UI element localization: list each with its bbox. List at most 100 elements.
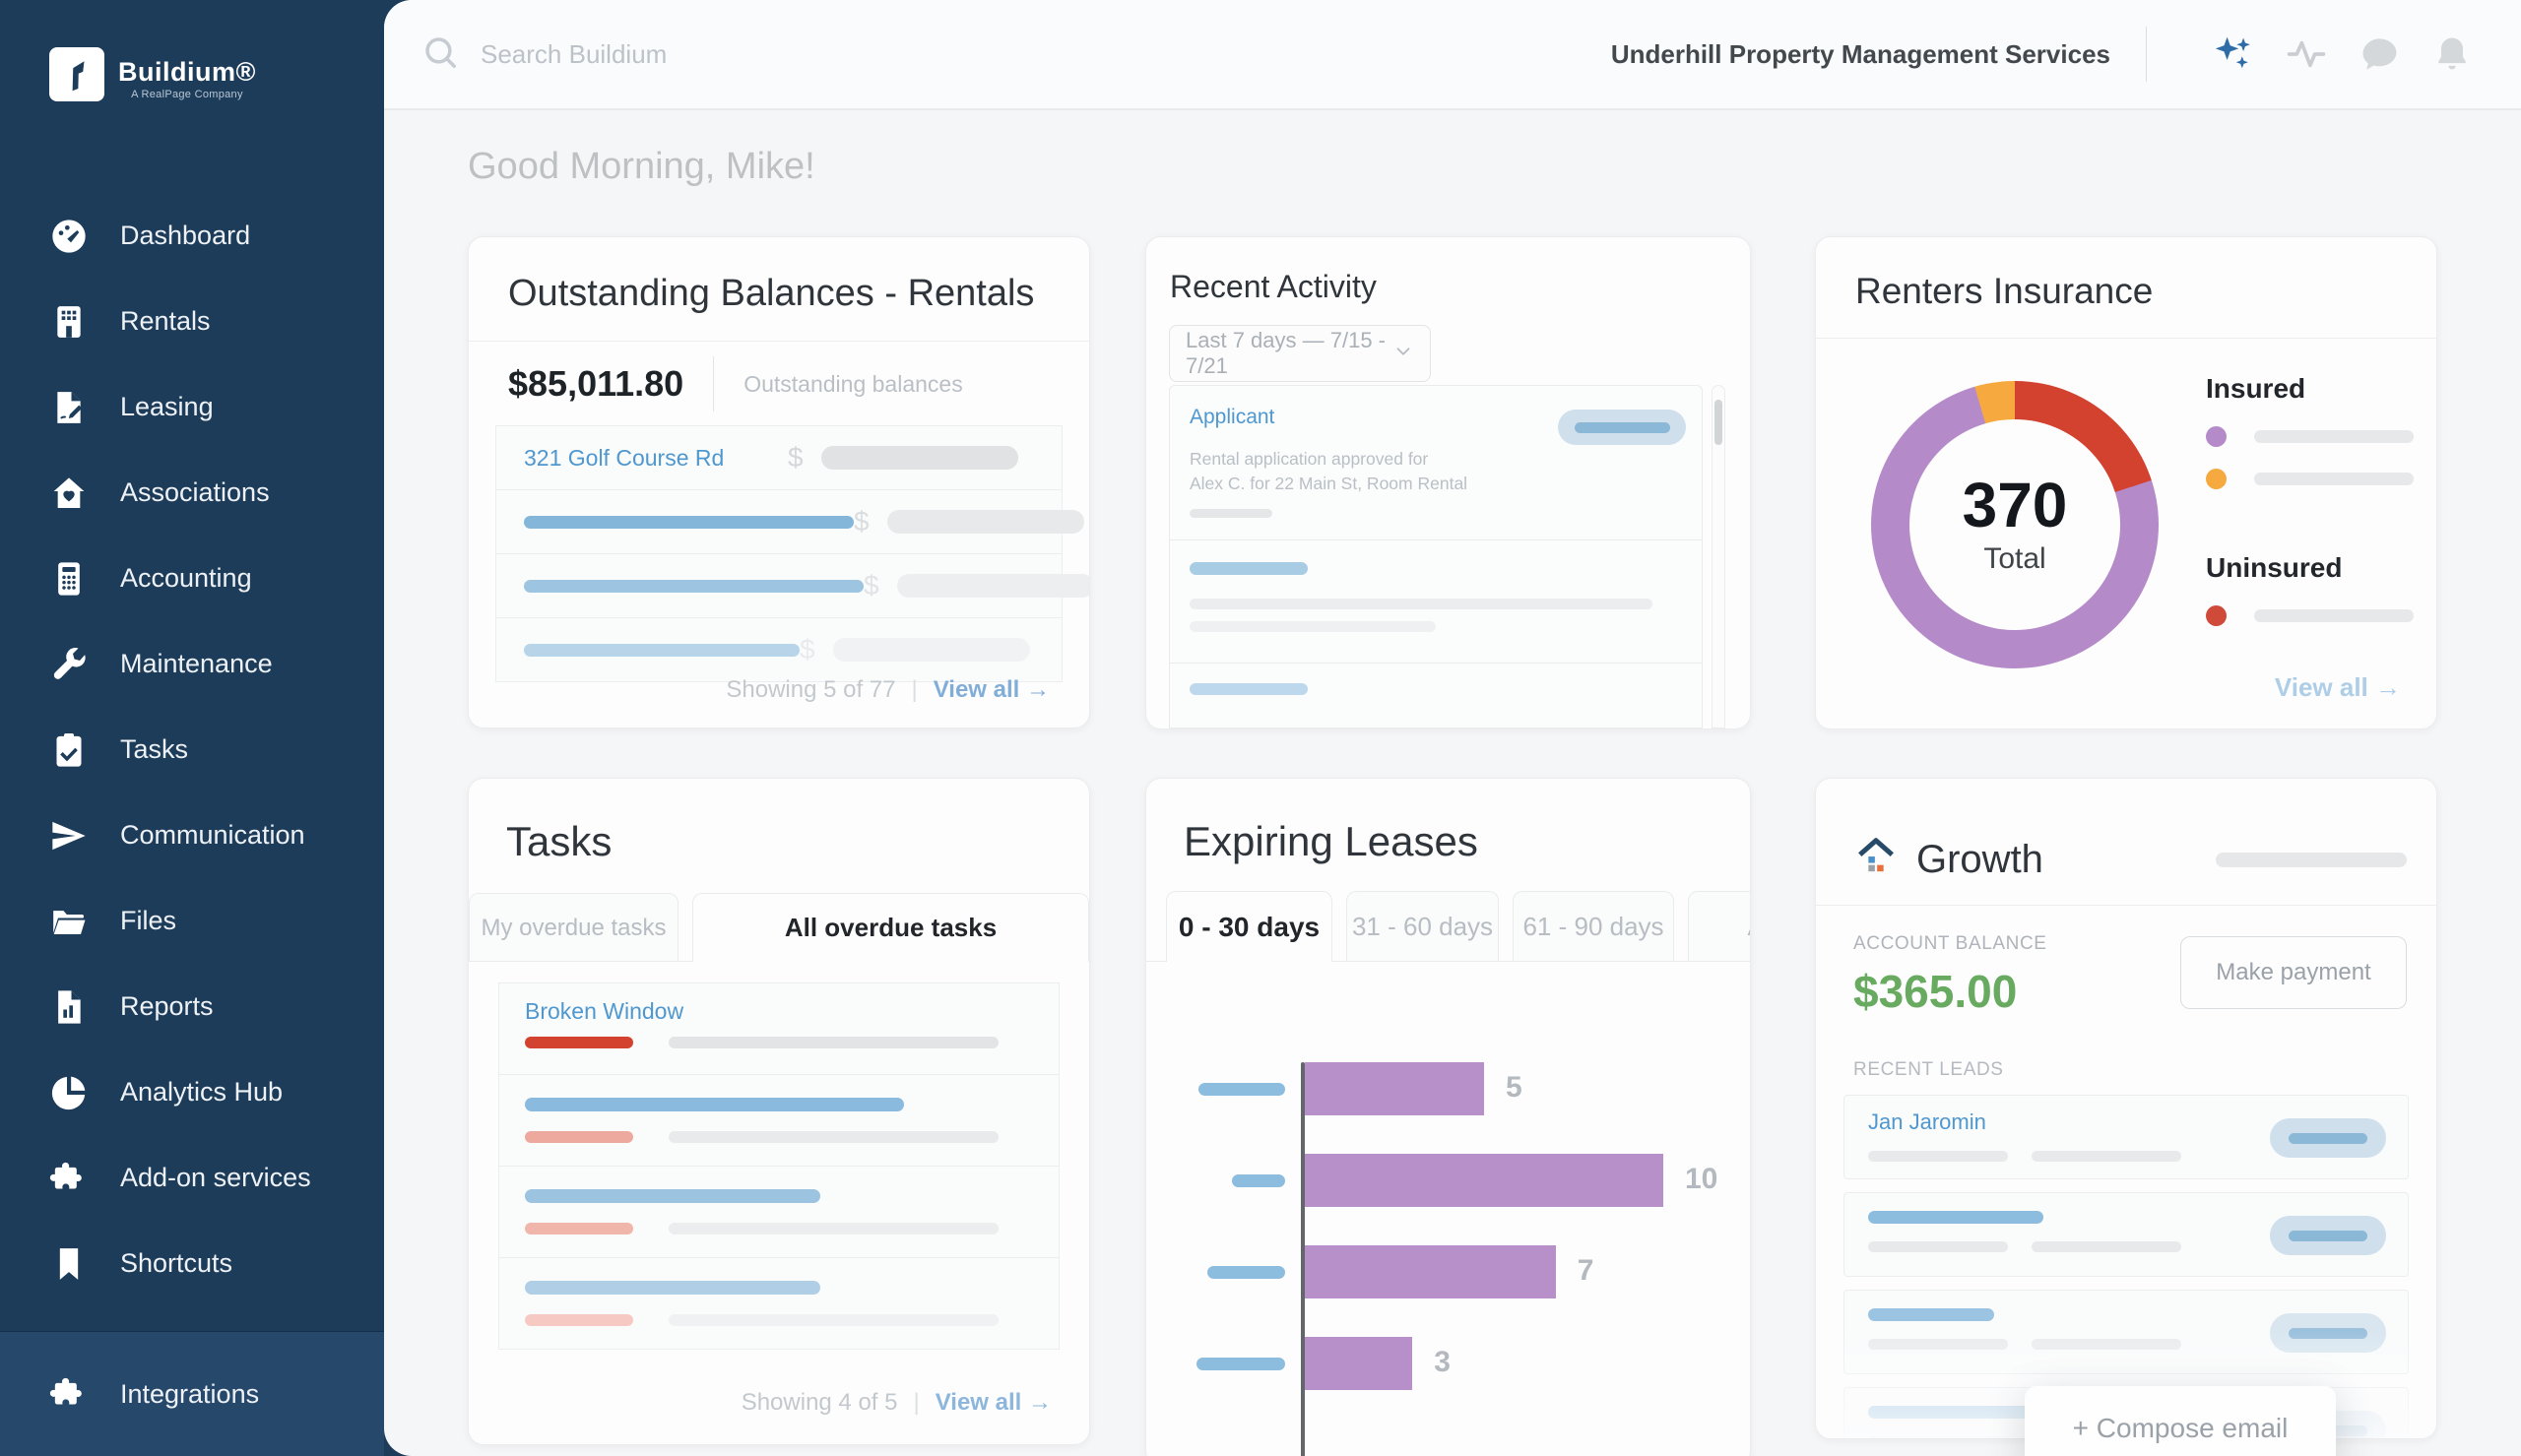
card-title: Outstanding Balances - Rentals bbox=[469, 237, 1089, 341]
dashboard-gauge-icon bbox=[49, 217, 89, 256]
tasks-card: Tasks My overdue tasks All overdue tasks… bbox=[468, 778, 1090, 1445]
sparkles-ai-icon[interactable] bbox=[2212, 32, 2255, 76]
lease-document-icon bbox=[49, 388, 89, 427]
sidebar: Buildium® A RealPage Company Dashboard R… bbox=[0, 0, 384, 1456]
table-row[interactable]: $ bbox=[495, 617, 1063, 682]
list-item[interactable] bbox=[498, 1074, 1060, 1167]
view-all-link[interactable]: View all → bbox=[936, 1389, 1052, 1417]
sidebar-footer: Integrations bbox=[0, 1331, 384, 1456]
tab-all[interactable]: All bbox=[1688, 891, 1751, 962]
tab-61-90-days[interactable]: 61 - 90 days bbox=[1513, 891, 1674, 962]
buildium-dashboard: { "brand": {"name": "Buildium®", "taglin… bbox=[0, 0, 2521, 1456]
task-skeleton bbox=[525, 1281, 820, 1295]
brand-name: Buildium® bbox=[118, 57, 256, 87]
bar-value-label: 3 bbox=[1434, 1346, 1451, 1379]
sidebar-item-leasing[interactable]: Leasing bbox=[0, 364, 384, 450]
list-item[interactable] bbox=[1843, 1192, 2409, 1277]
donut-legend: Insured Uninsured bbox=[2206, 373, 2415, 626]
activity-pulse-icon[interactable] bbox=[2285, 32, 2328, 76]
footer-separator: | bbox=[911, 676, 917, 704]
overdue-bar bbox=[525, 1314, 633, 1326]
status-badge bbox=[2270, 1118, 2386, 1158]
date-range-value: Last 7 days — 7/15 - 7/21 bbox=[1186, 328, 1392, 379]
outstanding-balances-card: Outstanding Balances - Rentals $85,011.8… bbox=[468, 236, 1090, 728]
table-row[interactable]: $ bbox=[495, 489, 1063, 554]
text-skeleton bbox=[1868, 1339, 2008, 1350]
text-skeleton bbox=[669, 1037, 999, 1048]
brand-logo[interactable]: Buildium® A RealPage Company bbox=[49, 47, 256, 101]
amount-skeleton bbox=[821, 446, 1018, 470]
text-skeleton bbox=[669, 1314, 999, 1326]
bar-segment[interactable] bbox=[1305, 1245, 1556, 1298]
bar-segment[interactable] bbox=[1305, 1062, 1484, 1115]
donut-total-value: 370 bbox=[1963, 474, 2068, 537]
list-item[interactable] bbox=[498, 1257, 1060, 1350]
expiring-leases-bar-chart: 5 10 7 3 bbox=[1146, 1025, 1750, 1456]
sidebar-item-dashboard[interactable]: Dashboard bbox=[0, 193, 384, 279]
sidebar-item-analytics-hub[interactable]: Analytics Hub bbox=[0, 1049, 384, 1135]
overdue-bar bbox=[525, 1037, 633, 1048]
sidebar-item-files[interactable]: Files bbox=[0, 878, 384, 964]
list-item[interactable] bbox=[1170, 664, 1702, 729]
list-item[interactable]: Jan Jaromin bbox=[1843, 1095, 2409, 1179]
text-skeleton bbox=[2032, 1339, 2181, 1350]
overdue-bar bbox=[525, 1131, 633, 1143]
list-item[interactable]: Broken Window bbox=[498, 982, 1060, 1075]
sidebar-item-shortcuts[interactable]: Shortcuts bbox=[0, 1221, 384, 1306]
sidebar-item-reports[interactable]: Reports bbox=[0, 964, 384, 1049]
folder-icon bbox=[49, 902, 89, 941]
scrollbar-thumb[interactable] bbox=[1714, 400, 1722, 445]
global-search-input[interactable]: Search Buildium bbox=[421, 33, 1611, 76]
text-skeleton bbox=[1190, 599, 1652, 609]
list-item[interactable] bbox=[1843, 1290, 2409, 1374]
status-badge bbox=[2270, 1313, 2386, 1353]
tab-0-30-days[interactable]: 0 - 30 days bbox=[1166, 891, 1332, 962]
lead-skeleton bbox=[1868, 1308, 1994, 1321]
table-row[interactable]: 321 Golf Course Rd $ bbox=[495, 425, 1063, 490]
task-link[interactable]: Broken Window bbox=[525, 998, 683, 1024]
tab-my-overdue-tasks[interactable]: My overdue tasks bbox=[469, 893, 679, 962]
category-skeleton bbox=[1232, 1174, 1285, 1187]
list-item[interactable] bbox=[1170, 540, 1702, 664]
sidebar-item-tasks[interactable]: Tasks bbox=[0, 707, 384, 792]
list-item[interactable] bbox=[498, 1166, 1060, 1258]
view-all-link[interactable]: View all → bbox=[934, 676, 1050, 704]
make-payment-button[interactable]: Make payment bbox=[2180, 936, 2407, 1009]
text-skeleton bbox=[2032, 1241, 2181, 1252]
recent-activity-card: Recent Activity Last 7 days — 7/15 - 7/2… bbox=[1145, 236, 1751, 729]
chat-icon[interactable] bbox=[2358, 32, 2401, 76]
sidebar-item-addon-services[interactable]: Add-on services bbox=[0, 1135, 384, 1221]
divider bbox=[713, 356, 714, 411]
activity-type-link[interactable]: Applicant bbox=[1190, 406, 1274, 428]
tab-all-overdue-tasks[interactable]: All overdue tasks bbox=[692, 893, 1089, 962]
sidebar-item-rentals[interactable]: Rentals bbox=[0, 279, 384, 364]
sidebar-item-accounting[interactable]: Accounting bbox=[0, 536, 384, 621]
scrollbar-track[interactable] bbox=[1712, 385, 1725, 728]
list-item[interactable]: Applicant Rental application approved fo… bbox=[1170, 386, 1702, 540]
tab-31-60-days[interactable]: 31 - 60 days bbox=[1346, 891, 1499, 962]
table-row[interactable]: $ bbox=[495, 553, 1063, 618]
compose-email-button[interactable]: + Compose email bbox=[2025, 1386, 2336, 1456]
card-title: Recent Activity bbox=[1146, 237, 1750, 305]
bar-segment[interactable] bbox=[1305, 1154, 1663, 1207]
property-link[interactable]: 321 Golf Course Rd bbox=[524, 445, 724, 472]
status-badge bbox=[1558, 410, 1686, 445]
activity-type-skeleton bbox=[1190, 562, 1308, 575]
sidebar-item-integrations[interactable]: Integrations bbox=[0, 1332, 384, 1456]
header-skeleton bbox=[2216, 853, 2407, 867]
bell-icon[interactable] bbox=[2430, 32, 2474, 76]
task-skeleton bbox=[525, 1189, 820, 1203]
sidebar-item-communication[interactable]: Communication bbox=[0, 792, 384, 878]
view-all-link[interactable]: View all → bbox=[2275, 672, 2401, 703]
page-greeting: Good Morning, Mike! bbox=[468, 146, 815, 188]
bar-segment[interactable] bbox=[1305, 1337, 1412, 1390]
company-name: Underhill Property Management Services bbox=[1611, 39, 2110, 70]
currency-symbol: $ bbox=[788, 442, 804, 474]
property-skeleton bbox=[524, 580, 864, 593]
lead-link[interactable]: Jan Jaromin bbox=[1868, 1109, 1986, 1134]
property-skeleton bbox=[524, 516, 854, 529]
date-range-dropdown[interactable]: Last 7 days — 7/15 - 7/21 bbox=[1169, 325, 1431, 382]
property-skeleton bbox=[524, 644, 800, 657]
sidebar-item-associations[interactable]: Associations bbox=[0, 450, 384, 536]
sidebar-item-maintenance[interactable]: Maintenance bbox=[0, 621, 384, 707]
